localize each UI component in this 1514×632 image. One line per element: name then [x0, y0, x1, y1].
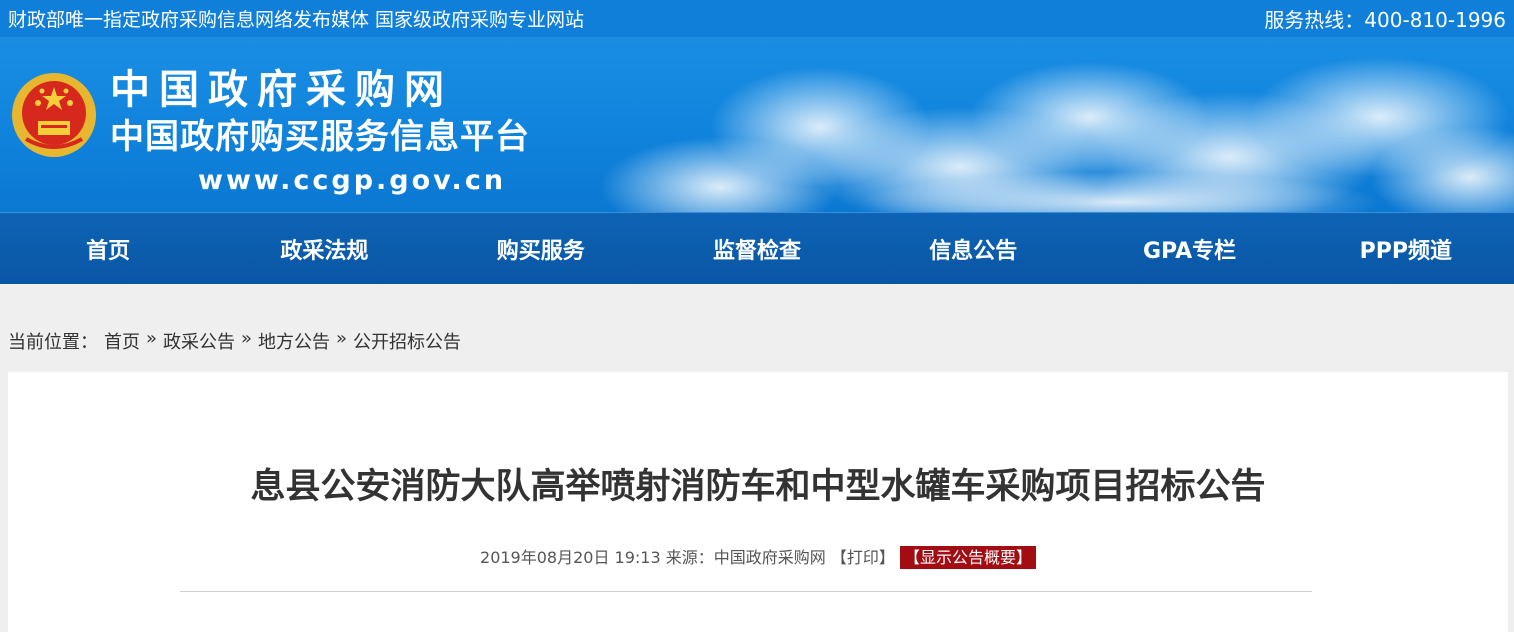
show-summary-button[interactable]: 【显示公告概要】	[899, 546, 1036, 569]
site-tagline: 财政部唯一指定政府采购信息网络发布媒体 国家级政府采购专业网站	[8, 9, 585, 31]
article-title: 息县公安消防大队高举喷射消防车和中型水罐车采购项目招标公告	[250, 467, 1266, 507]
breadcrumb-separator: »	[241, 328, 253, 349]
nav-item-home[interactable]: 首页	[0, 233, 216, 265]
nav-item-announcements[interactable]: 信息公告	[865, 233, 1081, 265]
breadcrumb-home[interactable]: 首页	[104, 328, 140, 354]
site-brand[interactable]: 中国政府采购网 中国政府购买服务信息平台 www.ccgp.gov.cn	[110, 67, 530, 196]
divider	[180, 591, 1312, 592]
breadcrumb-separator: »	[336, 328, 348, 349]
nav-item-supervision[interactable]: 监督检查	[649, 233, 865, 265]
brand-title: 中国政府采购网	[110, 67, 453, 113]
article-meta: 2019年08月20日 19:13 来源：中国政府采购网 【打印】 【显示公告概…	[8, 544, 1508, 569]
nav-item-regulations[interactable]: 政采法规	[216, 233, 432, 265]
breadcrumb-public-tender[interactable]: 公开招标公告	[353, 328, 461, 354]
national-emblem-icon	[12, 73, 96, 157]
article-source: 来源：中国政府采购网	[665, 548, 826, 567]
breadcrumb-separator: »	[146, 328, 158, 349]
service-hotline: 服务热线：400-810-1996	[1264, 8, 1506, 32]
main-nav: 首页 政采法规 购买服务 监督检查 信息公告 GPA专栏 PPP频道	[0, 212, 1514, 284]
nav-item-gpa[interactable]: GPA专栏	[1081, 233, 1297, 265]
print-link[interactable]: 【打印】	[831, 548, 895, 567]
breadcrumb-label: 当前位置：	[8, 332, 98, 353]
breadcrumb-procurement-notices[interactable]: 政采公告	[163, 328, 235, 354]
site-banner: 中国政府采购网 中国政府购买服务信息平台 www.ccgp.gov.cn	[0, 37, 1514, 212]
breadcrumb-local-notices[interactable]: 地方公告	[258, 328, 330, 354]
nav-item-ppp[interactable]: PPP频道	[1298, 233, 1514, 265]
article-datetime: 2019年08月20日 19:13	[480, 548, 661, 567]
brand-url: www.ccgp.gov.cn	[198, 165, 507, 196]
top-bar: 财政部唯一指定政府采购信息网络发布媒体 国家级政府采购专业网站 服务热线：400…	[0, 0, 1514, 37]
brand-subtitle: 中国政府购买服务信息平台	[110, 117, 530, 157]
nav-item-purchase-services[interactable]: 购买服务	[433, 233, 649, 265]
article-panel: 息县公安消防大队高举喷射消防车和中型水罐车采购项目招标公告 2019年08月20…	[8, 372, 1508, 632]
